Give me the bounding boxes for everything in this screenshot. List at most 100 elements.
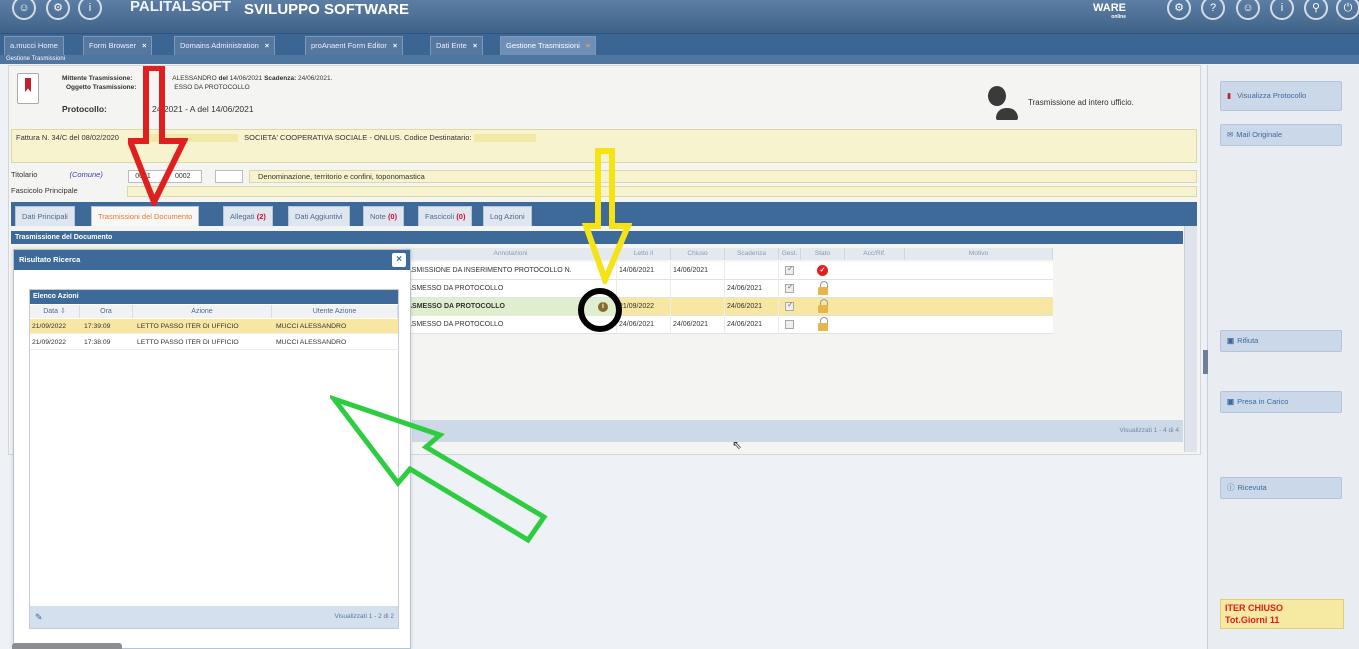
col-azione[interactable]: Azione [133, 305, 272, 318]
col-acc-rif[interactable]: Acc/Rif. [845, 248, 905, 260]
apps-icon[interactable]: ⚙ [46, 0, 70, 20]
table-row[interactable]: 21/09/2022 17:38:09 LETTO PASSO ITER DI … [30, 335, 398, 350]
info-top-icon[interactable]: i [1270, 0, 1294, 20]
splitter-handle[interactable] [1203, 350, 1208, 374]
cell-chiuso: 14/06/2021 [671, 262, 725, 280]
tab-trasmissioni-documento[interactable]: Trasmissioni del Documento [91, 206, 200, 226]
fattura-text-a: Fattura N. 34/C del 08/02/2020 [16, 133, 119, 142]
table-row-selected[interactable]: ASMESSO DA PROTOCOLLO 21/09/2022 24/06/2… [405, 298, 1053, 316]
tab-gestione-label: Gestione Trasmissioni [506, 41, 580, 50]
close-icon[interactable]: × [142, 41, 146, 50]
rifiuta-button[interactable]: ▣ Rifiuta [1220, 330, 1342, 352]
fattura-text-b: SOCIETA' COOPERATIVA SOCIALE - ONLUS. Co… [244, 133, 472, 142]
titolario-label: Titolario (Comune) [11, 170, 103, 179]
col-stato[interactable]: Stato [801, 248, 845, 260]
del-label: del [218, 75, 228, 82]
vertical-scrollbar[interactable] [1184, 226, 1197, 452]
tab-log-azioni[interactable]: Log Azioni [483, 206, 532, 226]
col-ora[interactable]: Ora [80, 305, 133, 318]
tab-dati-principali[interactable]: Dati Principali [15, 206, 75, 226]
tab-form-editor-label: proAnaent Form Editor [311, 41, 387, 50]
close-icon[interactable]: × [265, 41, 269, 50]
col-utente[interactable]: Utente Azione [272, 305, 398, 318]
iter-days-text: Tot.Giorni 11 [1225, 615, 1280, 625]
mail-icon: ✉ [1227, 130, 1234, 139]
tab-gestione-trasmissioni[interactable]: Gestione Trasmissioni × [500, 36, 597, 56]
cell-azione: LETTO PASSO ITER DI UFFICIO [137, 323, 239, 330]
tab-dati-aggiuntivi[interactable]: Dati Aggiuntivi [288, 206, 350, 226]
brand-logo: WARE online [1093, 2, 1126, 20]
save-icon: ▣ [1227, 336, 1235, 345]
subtab-label: Fascicoli [425, 212, 455, 221]
tab-fascicoli[interactable]: Fascicoli (0) [418, 206, 473, 226]
close-icon[interactable]: × [473, 41, 477, 50]
visualizza-protocollo-button[interactable]: ▮ Visualizza Protocollo [1220, 81, 1342, 111]
col-chiuso[interactable]: Chiuso [671, 248, 725, 260]
gest-checkbox[interactable] [785, 300, 794, 311]
fascicolo-field[interactable] [127, 186, 1197, 197]
group-user-icon [984, 86, 1018, 120]
ricevuta-button[interactable]: ⓘ Ricevuta [1220, 477, 1342, 499]
titolario-comune: (Comune) [69, 170, 103, 179]
check-ok-icon: ✓ [817, 265, 828, 276]
tab-form-editor[interactable]: proAnaent Form Editor × [305, 36, 404, 56]
tab-home[interactable]: a.mucci Home [4, 36, 64, 56]
logo-text: WARE [1093, 2, 1126, 14]
titolario-sub-field[interactable] [215, 170, 243, 183]
user-icon-top[interactable]: ☺ [1236, 0, 1260, 20]
info-icon[interactable]: i [78, 0, 102, 20]
table-row[interactable]: ASMESSO DA PROTOCOLLO 24/06/2021 [405, 280, 1053, 298]
table-row[interactable]: ASMISSIONE DA INSERIMENTO PROTOCOLLO N. … [405, 262, 1053, 280]
table-row[interactable]: ASMESSO DA PROTOCOLLO 24/06/2021 24/06/2… [405, 316, 1053, 334]
tab-home-label: a.mucci Home [10, 41, 58, 50]
gest-checkbox[interactable] [785, 264, 794, 275]
col-scadenza[interactable]: Scadenza [725, 248, 779, 260]
iter-status-box: ITER CHIUSO Tot.Giorni 11 [1220, 599, 1344, 629]
cell-chiuso [671, 298, 725, 316]
visualizza-protocollo-label: Visualizza Protocollo [1237, 91, 1307, 100]
modal-title: Risultato Ricerca [14, 250, 410, 270]
app-name-left: PALITALSOFT [130, 0, 232, 15]
green-arrow-shape [330, 395, 548, 544]
tab-allegati[interactable]: Allegati (2) [223, 206, 273, 226]
info-icon: ⓘ [1227, 483, 1235, 492]
tab-domains-administration[interactable]: Domains Administration × [174, 36, 276, 56]
close-icon[interactable]: × [586, 41, 590, 50]
subtab-count: (0) [387, 212, 398, 221]
del-value: 14/06/2021 [229, 75, 263, 82]
app-header: ☺ ⚙ i PALITALSOFT SVILUPPO SOFTWARE WARE… [0, 0, 1359, 33]
help-icon[interactable]: ? [1201, 0, 1225, 20]
black-circle-annotation [578, 288, 622, 332]
elenco-footer-text: Visualizzati 1 - 2 di 2 [334, 613, 395, 620]
pencil-icon[interactable]: ✎ [35, 606, 43, 628]
green-arrow-annotation [330, 395, 548, 544]
red-arrow-shape [128, 66, 188, 206]
tab-form-browser[interactable]: Form Browser × [83, 36, 153, 56]
close-icon[interactable]: × [393, 41, 397, 50]
home-icon[interactable]: ☺ [12, 0, 36, 20]
subtab-label: Log Azioni [490, 212, 525, 221]
settings-icon[interactable]: ⚙ [1167, 0, 1191, 20]
presa-in-carico-button[interactable]: ▣ Presa in Carico [1220, 391, 1342, 413]
gest-checkbox[interactable] [785, 320, 794, 329]
col-data[interactable]: Data ⇩ [30, 305, 80, 318]
protocol-document-icon [17, 73, 39, 104]
save-icon: ▣ [1227, 397, 1235, 406]
search-icon[interactable]: ⚲ [1304, 0, 1328, 20]
col-motivo[interactable]: Motivo [905, 248, 1053, 260]
power-icon[interactable]: ⏻ [1336, 0, 1359, 20]
cell-letto: 24/06/2021 [617, 316, 671, 334]
table-row-selected[interactable]: 21/09/2022 17:39:09 LETTO PASSO ITER DI … [30, 319, 398, 334]
close-icon[interactable]: × [392, 253, 406, 267]
col-gest[interactable]: Gest. [779, 248, 801, 260]
tab-dati-ente[interactable]: Dati Ente × [430, 36, 484, 56]
logo-subtext: online [1111, 14, 1126, 20]
gest-checkbox[interactable] [785, 282, 794, 293]
subtab-label: Allegati [230, 212, 255, 221]
cell-scadenza: 24/06/2021 [725, 316, 779, 334]
tab-note[interactable]: Note (0) [363, 206, 405, 226]
intero-ufficio-text: Trasmissione ad intero ufficio. [1028, 98, 1134, 107]
mail-originale-button[interactable]: ✉ Mail Originale [1220, 124, 1342, 146]
cell-chiuso: 24/06/2021 [671, 316, 725, 334]
ricevuta-label: Ricevuta [1237, 483, 1267, 492]
